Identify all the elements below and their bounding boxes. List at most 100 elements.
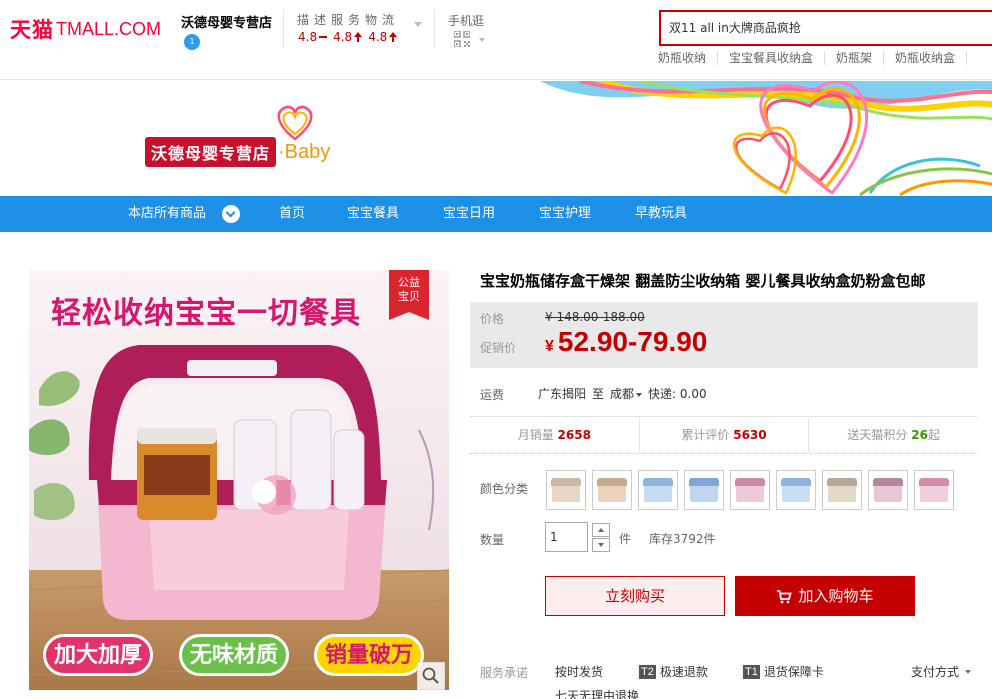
service-fast-refund[interactable]: T2 极速退款: [639, 663, 708, 680]
hotword-link[interactable]: 奶瓶收纳: [658, 51, 719, 65]
promo-headline: 轻松收纳宝宝一切餐具: [51, 296, 361, 331]
promo-price-label: 促销价: [480, 341, 517, 355]
chevron-down-icon[interactable]: [479, 38, 485, 42]
ship-to-select[interactable]: 成都: [610, 385, 643, 402]
logo-en: TMALL.COM: [56, 18, 162, 39]
charity-badge: 公益 宝贝: [389, 270, 429, 320]
price-panel: 价格 ¥ 148.00-188.00 促销价 ¥52.90-79.90: [470, 302, 978, 368]
nav-home[interactable]: 首页: [279, 196, 305, 232]
payment-methods[interactable]: 支付方式: [911, 663, 972, 680]
stat-label: 累计评价: [681, 428, 730, 442]
chevron-down-icon[interactable]: [414, 22, 422, 27]
trend-up-icon: [354, 32, 363, 42]
product-main-image[interactable]: 轻松收纳宝宝一切餐具 公益 宝贝 加大加厚 无味材质 销量破万: [29, 270, 449, 690]
divider: [470, 453, 978, 454]
swatch-lid: [919, 478, 949, 486]
color-label: 颜色分类: [480, 482, 529, 496]
tmall-points: 送天猫积分 26起: [809, 418, 978, 452]
cart-icon: [777, 589, 793, 603]
swatch-lid: [873, 478, 903, 486]
color-swatch[interactable]: [592, 470, 632, 510]
add-to-cart-button[interactable]: 加入购物车: [735, 576, 915, 616]
monthly-sales: 月销量 2658: [470, 418, 640, 452]
hot-search-words: 奶瓶收纳 宝宝餐具收纳盒 奶瓶架 奶瓶收纳盒: [658, 51, 978, 65]
nav-baby-care[interactable]: 宝宝护理: [539, 196, 591, 232]
stat-label: 送天猫积分: [847, 428, 908, 442]
shop-scores: 4.8 4.8 4.8: [298, 30, 398, 44]
feature-pill-odorless: 无味材质: [179, 634, 290, 676]
stat-suffix: 起: [927, 428, 940, 442]
sales-stats: 月销量 2658 累计评价 5630 送天猫积分 26起: [470, 418, 978, 452]
heart-icon: [277, 105, 313, 141]
color-swatch[interactable]: [776, 470, 816, 510]
stock-count: 库存3792件: [649, 532, 716, 546]
hotword-link[interactable]: 宝宝餐具收纳盒: [729, 51, 826, 65]
color-swatch[interactable]: [638, 470, 678, 510]
tmall-logo[interactable]: 天猫 TMALL.COM: [10, 14, 161, 44]
top-header: 天猫 TMALL.COM 沃德母婴专营店 1 描述服务物流 4.8 4.8 4.…: [0, 0, 992, 80]
stat-label: 月销量: [517, 428, 554, 442]
service-ontime-shipping[interactable]: 按时发货: [555, 663, 603, 680]
service-text: 极速退款: [659, 665, 708, 679]
search-input[interactable]: [669, 20, 969, 34]
badge-line: 宝贝: [398, 290, 420, 303]
feature-pill-thick: 加大加厚: [43, 634, 154, 676]
swatch-lid: [643, 478, 673, 486]
stat-value: 2658: [557, 428, 591, 442]
quantity-input[interactable]: [545, 522, 588, 552]
shop-logo[interactable]: 沃德母婴专营店 ·Baby: [145, 137, 331, 167]
shipping-info: 广东揭阳 至 成都 快递: 0.00: [538, 385, 707, 402]
t2-badge-icon: T2: [639, 664, 656, 679]
ship-to-prefix: 至: [592, 387, 605, 401]
mobile-browse-label[interactable]: 手机逛: [448, 12, 484, 29]
feature-pill-bestseller: 销量破万: [314, 634, 425, 676]
add-to-cart-label: 加入购物车: [798, 587, 874, 605]
divider: [434, 10, 435, 48]
service-return-card[interactable]: T1 退货保障卡: [743, 663, 824, 680]
quantity-decrease-button[interactable]: [592, 538, 610, 552]
hotword-link[interactable]: 奶瓶收纳盒: [895, 51, 968, 65]
buy-now-button[interactable]: 立刻购买: [545, 576, 725, 616]
banner-decoration: [540, 81, 992, 196]
zoom-button[interactable]: [417, 662, 445, 690]
promo-price-value: 52.90-79.90: [557, 326, 708, 357]
stat-value: 26: [911, 428, 928, 442]
hotword-link[interactable]: 奶瓶架: [836, 51, 885, 65]
express-fee: 快递: 0.00: [648, 387, 707, 401]
score-description: 4.8: [298, 30, 328, 44]
shop-nav: 本店所有商品 首页 宝宝餐具 宝宝日用 宝宝护理 早教玩具: [0, 196, 992, 232]
logo-cn: 天猫: [10, 18, 54, 42]
color-swatch[interactable]: [684, 470, 724, 510]
quantity-increase-button[interactable]: [592, 523, 610, 537]
nav-baby-daily[interactable]: 宝宝日用: [443, 196, 495, 232]
score-value: 4.8: [298, 30, 318, 44]
magnifier-icon: [422, 667, 439, 684]
total-reviews[interactable]: 累计评价 5630: [640, 418, 810, 452]
shop-banner[interactable]: 沃德母婴专营店 ·Baby: [0, 81, 992, 196]
color-swatch[interactable]: [868, 470, 908, 510]
score-value: 4.8: [368, 30, 388, 44]
trend-flat-icon: [319, 36, 328, 38]
service-text: 七天无理由退换: [555, 689, 640, 699]
color-swatch[interactable]: [546, 470, 586, 510]
color-swatch[interactable]: [730, 470, 770, 510]
swatch-lid: [597, 478, 627, 486]
nav-all-products[interactable]: 本店所有商品: [128, 196, 206, 232]
chevron-down-icon[interactable]: [222, 205, 240, 223]
qr-code-icon[interactable]: [454, 31, 470, 47]
service-seven-day-return[interactable]: 七天无理由退换: [555, 687, 639, 699]
shop-name[interactable]: 沃德母婴专营店: [181, 12, 272, 31]
swatch-lid: [781, 478, 811, 486]
color-swatch[interactable]: [914, 470, 954, 510]
ship-to: 成都: [610, 387, 635, 401]
nav-baby-tableware[interactable]: 宝宝餐具: [347, 196, 399, 232]
color-swatch[interactable]: [822, 470, 862, 510]
search-box[interactable]: [659, 10, 992, 46]
shop-logo-en: ·Baby: [278, 140, 331, 163]
swatch-lid: [551, 478, 581, 486]
service-text: 按时发货: [555, 665, 604, 679]
nav-early-education-toys[interactable]: 早教玩具: [635, 196, 687, 232]
t1-badge-icon: T1: [743, 664, 760, 679]
score-logistics: 4.8: [368, 30, 398, 44]
chevron-down-icon: [636, 392, 643, 397]
